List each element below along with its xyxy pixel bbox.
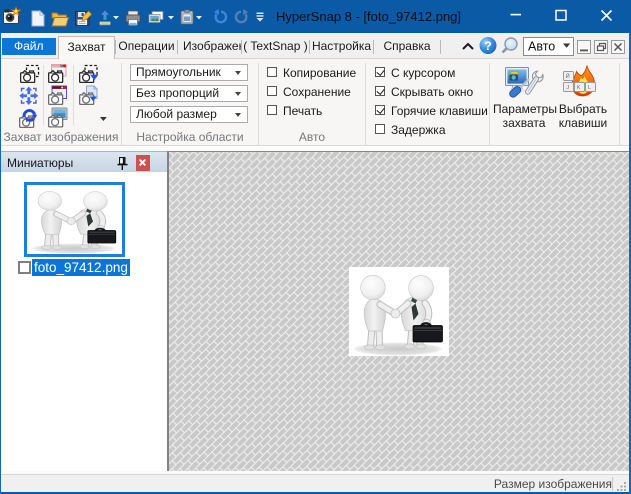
svg-text:L: L — [588, 85, 591, 91]
svg-text:K: K — [577, 85, 581, 91]
svg-text:Авто: Авто — [528, 40, 555, 54]
svg-text:?: ? — [484, 39, 491, 53]
svg-text:J: J — [566, 85, 569, 91]
svg-text:Й: Й — [566, 72, 570, 80]
